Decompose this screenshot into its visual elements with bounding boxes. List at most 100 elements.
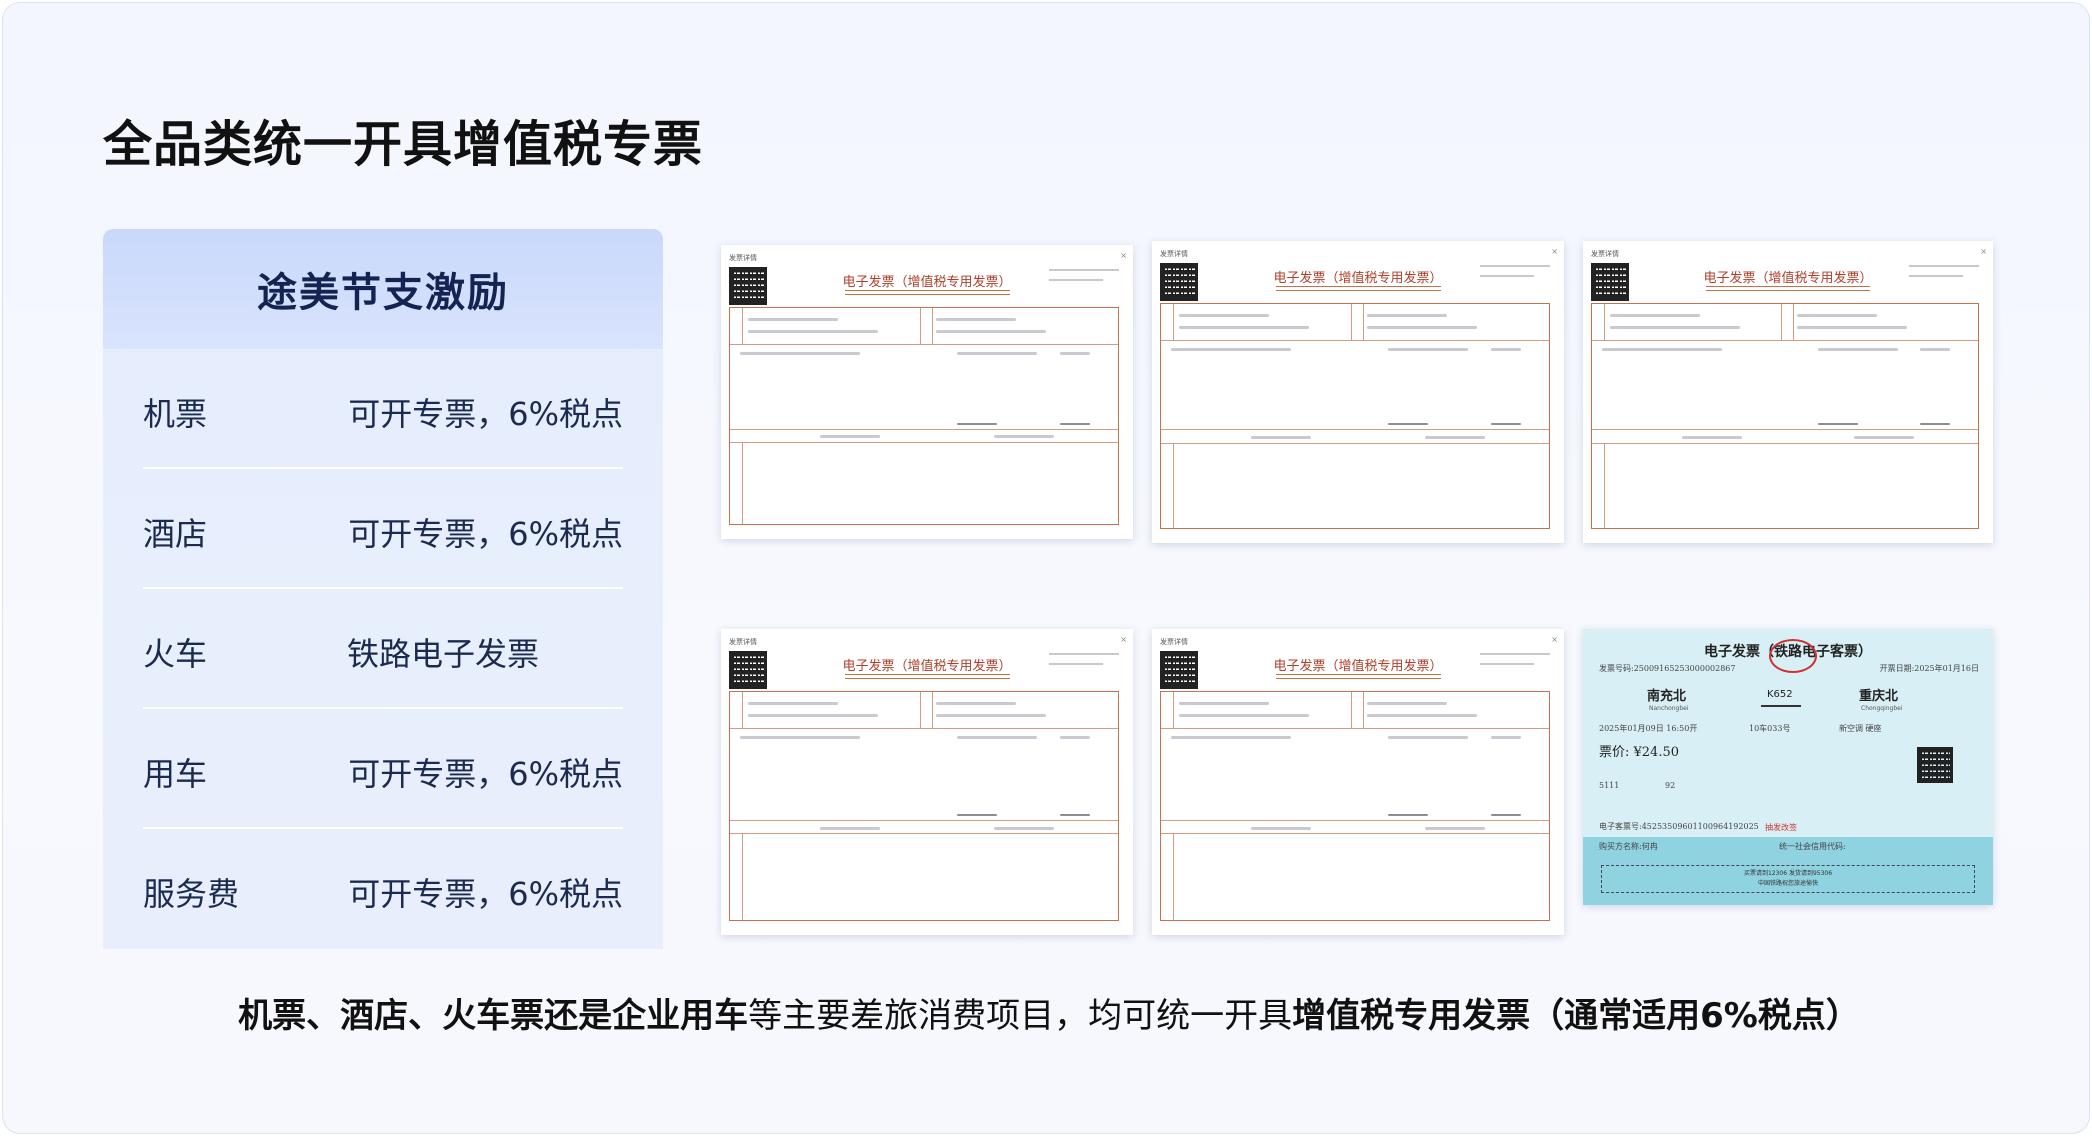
invoice-meta-line [1480, 265, 1550, 267]
invoice-row-divider [730, 820, 1118, 821]
railway-ticket-thumbnail: 电子发票（铁路电子客票） 发票号码:25009165253000002867 开… [1583, 629, 1993, 905]
rail-passenger-field: 92 [1665, 781, 1676, 790]
invoice-col-divider [932, 308, 933, 344]
redacted-text [1818, 423, 1858, 425]
incentive-table-title: 途美节支激励 [257, 270, 509, 316]
redacted-text [1179, 714, 1309, 717]
qr-code-icon [1917, 747, 1953, 783]
rail-red-note: 抽发改签 [1765, 823, 1797, 832]
invoice-row-divider [1161, 429, 1549, 430]
invoice-row-divider [1161, 728, 1549, 729]
invoice-meta-line [1049, 279, 1103, 281]
redacted-text [1367, 314, 1447, 317]
close-icon: × [1120, 635, 1127, 644]
redacted-text [994, 827, 1054, 830]
redacted-text [936, 318, 1016, 321]
redacted-text [957, 352, 1037, 355]
invoice-title-underline [1706, 286, 1870, 291]
rail-foot-line1: 买票请到12306 发货请到95306 [1743, 870, 1833, 877]
invoice-row-divider [1161, 340, 1549, 341]
invoice-col-divider [1173, 443, 1174, 528]
redacted-text [1491, 814, 1521, 816]
invoice-row-divider [1592, 429, 1978, 430]
invoice-row-divider [1161, 443, 1549, 444]
rail-buyer-tax: 统一社会信用代码: [1779, 842, 1846, 851]
redacted-text [1179, 702, 1269, 705]
invoice-col-divider [1173, 833, 1174, 920]
invoice-table-box [1591, 303, 1979, 529]
invoice-row-divider [1592, 340, 1978, 341]
redacted-text [1425, 827, 1485, 830]
redacted-text [957, 814, 997, 816]
rail-buyer: 购买方名称:何冉 [1599, 842, 1658, 851]
row-value: 可开专票，6%税点 [348, 515, 623, 553]
rail-seat-class: 新空调 硬座 [1839, 724, 1882, 733]
content-card: 全品类统一开具增值税专票 途美节支激励 机票 可开专票，6%税点 酒店 可开专票… [2, 2, 2090, 1134]
close-icon: × [1980, 247, 1987, 256]
invoice-row-divider [1161, 820, 1549, 821]
invoice-row-divider [1592, 443, 1978, 444]
invoice-title-underline [1276, 286, 1441, 291]
rail-dashed-box: 买票请到12306 发货请到95306 中国铁路祝您旅途愉快 [1601, 865, 1975, 893]
invoice-meta-line [1909, 265, 1979, 267]
redacted-text [936, 714, 1046, 717]
redacted-text [1060, 736, 1090, 739]
invoice-row-divider [1161, 833, 1549, 834]
invoice-col-divider [932, 692, 933, 728]
redacted-text [1854, 436, 1914, 439]
redacted-text [1388, 423, 1428, 425]
redacted-text [1920, 423, 1950, 425]
rail-invoice-no: 发票号码:25009165253000002867 [1599, 664, 1736, 673]
invoice-col-divider [1351, 692, 1352, 728]
invoice-table-box [1160, 303, 1550, 529]
invoice-table-box [1160, 691, 1550, 921]
rail-buyer-band: 购买方名称:何冉 统一社会信用代码: 买票请到12306 发货请到95306 中… [1583, 837, 1993, 905]
invoice-meta-line [1049, 653, 1119, 655]
redacted-text [1491, 423, 1521, 425]
rail-depart: 2025年01月09日 16:50开 [1599, 724, 1698, 733]
invoice-header-label: 发票详情 [729, 254, 757, 262]
invoice-col-divider [1173, 304, 1174, 340]
close-icon: × [1551, 247, 1558, 256]
rail-train-no: K652 [1767, 689, 1793, 700]
invoice-row-divider [730, 442, 1118, 443]
invoice-row-divider [730, 728, 1118, 729]
redacted-text [748, 330, 878, 333]
row-value: 可开专票，6%税点 [348, 755, 623, 793]
caption-bold-1: 机票、酒店、火车票还是企业用车 [238, 996, 749, 1036]
row-value: 铁路电子发票 [347, 635, 540, 673]
row-category: 服务费 [143, 875, 240, 913]
rail-from-pinyin: Nanchongbei [1649, 705, 1689, 712]
invoice-thumbnail-service-fee: 发票详情 × 电子发票（增值税专用发票） [721, 629, 1133, 935]
incentive-row-hotel: 酒店 可开专票，6%税点 [143, 469, 623, 589]
redacted-text [748, 714, 878, 717]
redacted-text [1179, 326, 1309, 329]
invoice-meta-line [1049, 663, 1103, 665]
incentive-row-car: 用车 可开专票，6%税点 [143, 709, 623, 829]
invoice-header-label: 发票详情 [729, 638, 757, 646]
invoice-col-divider [742, 833, 743, 920]
redacted-text [820, 827, 880, 830]
invoice-col-divider [1363, 304, 1364, 340]
redacted-text [1797, 314, 1877, 317]
rail-eticket-no: 电子客票号:45253509601100964192025 [1599, 822, 1759, 831]
row-category: 机票 [143, 395, 208, 433]
invoice-header-label: 发票详情 [1160, 250, 1188, 258]
redacted-text [1367, 714, 1477, 717]
row-value: 可开专票，6%税点 [348, 875, 623, 913]
invoice-meta-line [1049, 269, 1119, 271]
redacted-text [957, 423, 997, 425]
invoice-title-underline [1276, 674, 1441, 679]
summary-caption: 机票、酒店、火车票还是企业用车等主要差旅消费项目，均可统一开具增值税专用发票（通… [3, 988, 2089, 1037]
redacted-text [1491, 736, 1521, 739]
close-icon: × [1120, 251, 1127, 260]
redacted-text [1388, 814, 1428, 816]
rail-issue-date: 开票日期:2025年01月16日 [1879, 664, 1979, 673]
rail-arrow [1761, 705, 1801, 707]
invoice-meta-line [1480, 663, 1534, 665]
redacted-text [1367, 326, 1477, 329]
invoice-title-underline [845, 674, 1010, 679]
redacted-text [994, 435, 1054, 438]
invoice-meta-line [1909, 275, 1963, 277]
redacted-text [1425, 436, 1485, 439]
